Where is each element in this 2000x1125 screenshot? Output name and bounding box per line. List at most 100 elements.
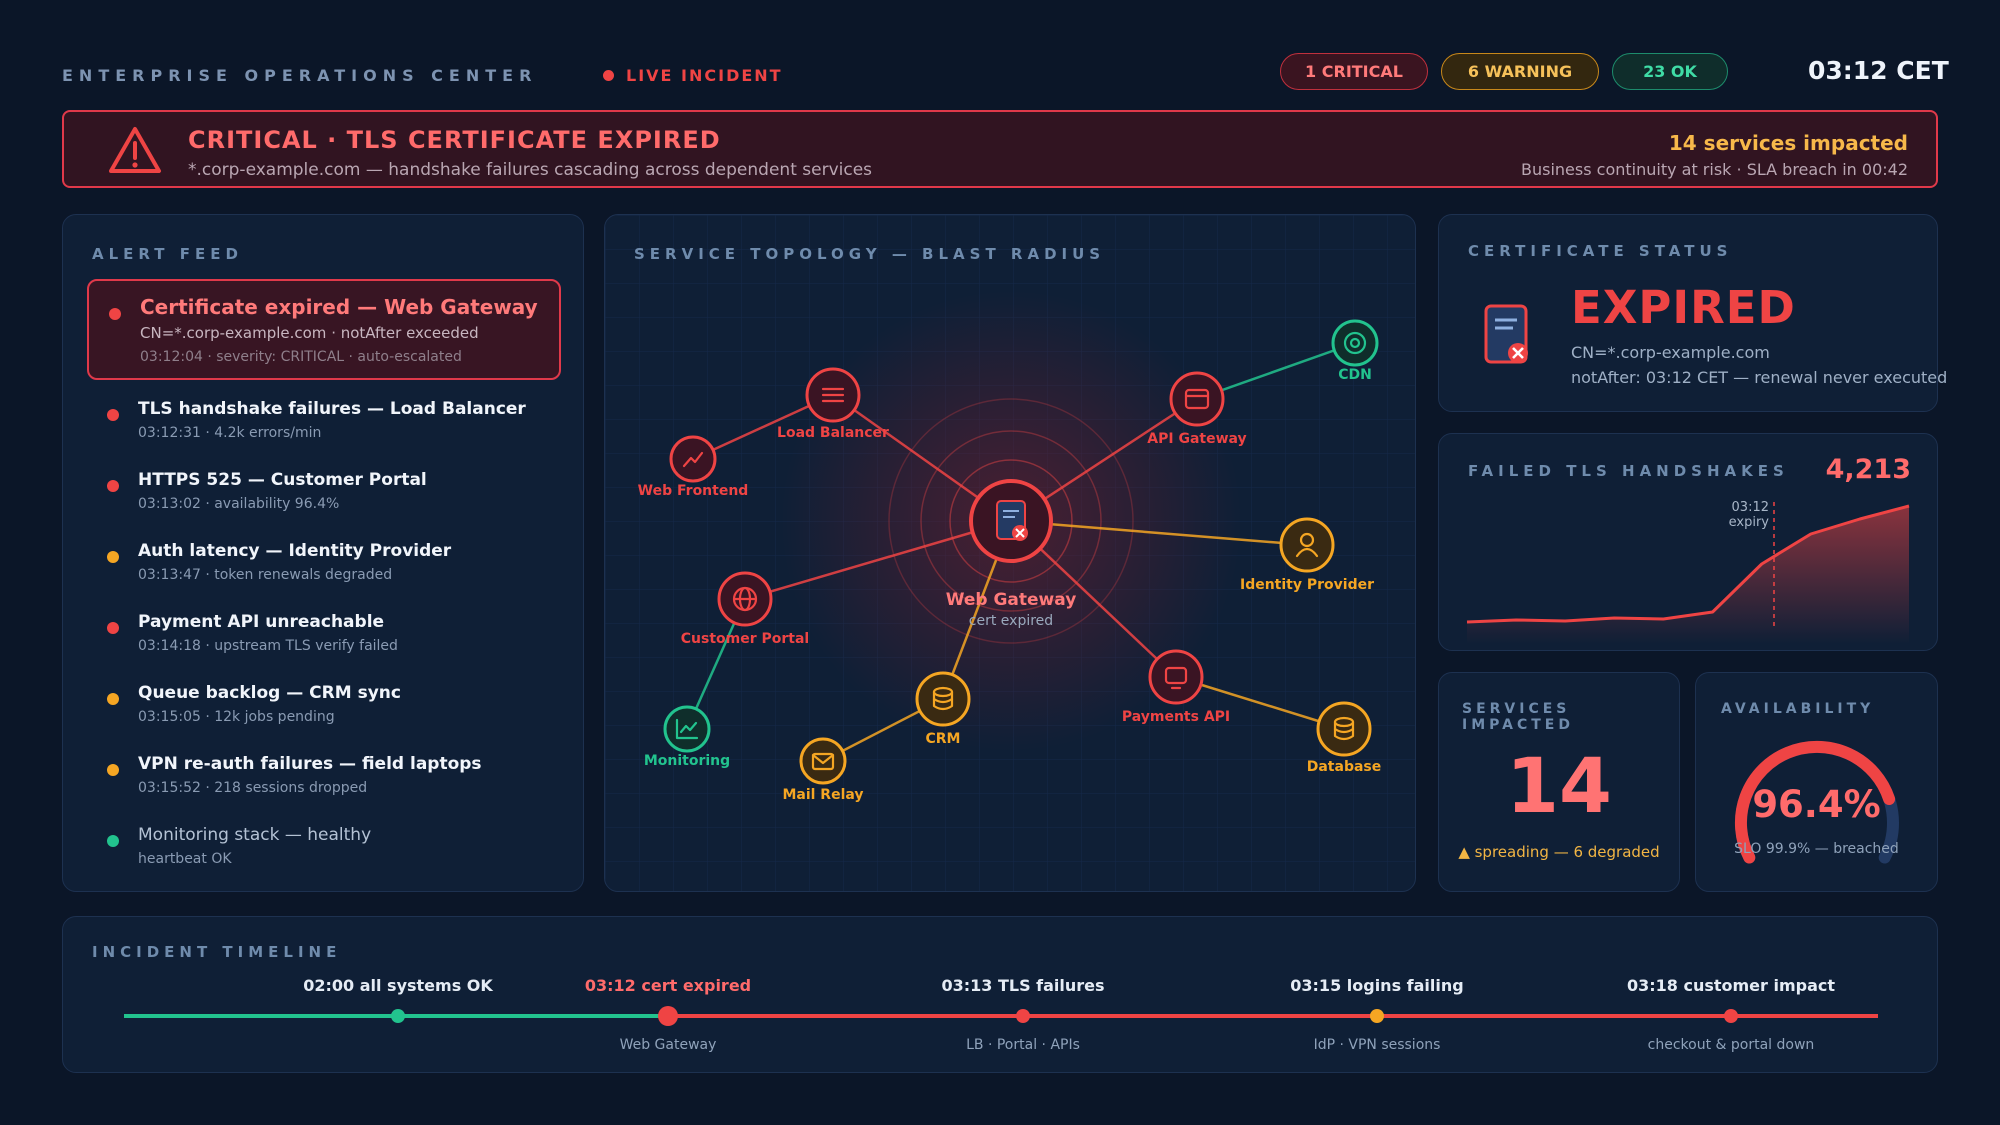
alert-meta: 03:12:04 · severity: CRITICAL · auto-esc… bbox=[140, 349, 462, 365]
services-impacted-value: 14 bbox=[1506, 741, 1612, 830]
node-label-db: Database bbox=[1306, 759, 1382, 775]
node-idp[interactable] bbox=[1279, 517, 1335, 573]
alert-detail: 03:13:02 · availability 96.4% bbox=[138, 496, 340, 512]
services-spreading-note: ▲ spreading — 6 degraded bbox=[1458, 843, 1660, 861]
alert-item-vpn-reauth[interactable]: VPN re-auth failures — field laptops 03:… bbox=[87, 754, 561, 804]
node-cdn[interactable] bbox=[1331, 319, 1379, 367]
node-db[interactable] bbox=[1316, 701, 1372, 757]
live-dot-icon bbox=[603, 70, 614, 81]
timeline-event-label: 03:15 logins failing bbox=[1290, 976, 1464, 995]
failed-tls-sparkline bbox=[1466, 502, 1910, 644]
services-impacted-title: SERVICES IMPACTED bbox=[1462, 701, 1574, 733]
critical-incident-banner[interactable]: CRITICAL · TLS CERTIFICATE EXPIRED *.cor… bbox=[62, 110, 1938, 188]
node-label-pay: Payments API bbox=[1121, 709, 1231, 725]
alert-title: Payment API unreachable bbox=[138, 612, 385, 632]
warning-triangle-icon bbox=[109, 127, 161, 173]
severity-dot-icon bbox=[107, 480, 119, 492]
timeline-event-detail: LB · Portal · APIs bbox=[966, 1037, 1080, 1053]
live-incident-indicator: LIVE INCIDENT bbox=[603, 66, 783, 85]
services-impacted-count: 14 services impacted bbox=[1668, 131, 1908, 155]
alert-feed-title: ALERT FEED bbox=[92, 245, 243, 263]
timeline-event-dot[interactable] bbox=[1016, 1009, 1030, 1023]
banner-title: CRITICAL · TLS CERTIFICATE EXPIRED bbox=[188, 126, 721, 154]
timeline-event-dot[interactable] bbox=[658, 1006, 678, 1026]
alert-title: VPN re-auth failures — field laptops bbox=[138, 754, 482, 774]
certificate-cn: CN=*.corp-example.com bbox=[1571, 343, 1770, 362]
timeline-event-label: 03:12 cert expired bbox=[584, 976, 752, 995]
clock: 03:12 CET bbox=[1808, 56, 1949, 85]
certificate-status-title: CERTIFICATE STATUS bbox=[1468, 242, 1733, 260]
service-topology-panel: SERVICE TOPOLOGY — BLAST RADIUS Web Gate… bbox=[604, 214, 1416, 892]
timeline-event-detail: Web Gateway bbox=[619, 1037, 717, 1053]
alert-item-tls-handshake[interactable]: TLS handshake failures — Load Balancer 0… bbox=[87, 399, 561, 449]
alert-title: HTTPS 525 — Customer Portal bbox=[138, 470, 427, 490]
node-label-lb: Load Balancer bbox=[777, 425, 889, 441]
node-mon[interactable] bbox=[663, 705, 711, 753]
availability-value: 96.4% bbox=[1752, 783, 1881, 826]
severity-dot-icon bbox=[107, 693, 119, 705]
node-wf[interactable] bbox=[669, 435, 717, 483]
alert-detail: 03:14:18 · upstream TLS verify failed bbox=[138, 638, 398, 654]
tls-area bbox=[1467, 506, 1909, 644]
timeline-event-dot[interactable] bbox=[1370, 1009, 1384, 1023]
live-incident-label: LIVE INCIDENT bbox=[626, 66, 783, 85]
alert-title: Monitoring stack — healthy bbox=[138, 825, 372, 845]
node-crm[interactable] bbox=[915, 671, 971, 727]
alert-item-payment-api[interactable]: Payment API unreachable 03:14:18 · upstr… bbox=[87, 612, 561, 662]
availability-slo: SLO 99.9% — breached bbox=[1734, 841, 1899, 857]
critical-count-pill[interactable]: 1 CRITICAL bbox=[1280, 53, 1428, 90]
node-label-cp: Customer Portal bbox=[680, 631, 810, 647]
node-label-mail: Mail Relay bbox=[782, 787, 864, 803]
topology-title: SERVICE TOPOLOGY — BLAST RADIUS bbox=[634, 245, 1106, 263]
alert-title: TLS handshake failures — Load Balancer bbox=[138, 399, 526, 419]
severity-dot-icon bbox=[107, 551, 119, 563]
node-label-idp: Identity Provider bbox=[1239, 577, 1374, 593]
alert-item-monitoring[interactable]: Monitoring stack — healthy heartbeat OK bbox=[87, 825, 561, 875]
node-lb[interactable] bbox=[805, 367, 861, 423]
node-label-crm: CRM bbox=[925, 731, 961, 747]
alert-item-queue-backlog[interactable]: Queue backlog — CRM sync 03:15:05 · 12k … bbox=[87, 683, 561, 733]
timeline-event-label: 02:00 all systems OK bbox=[303, 976, 493, 995]
ok-count-pill[interactable]: 23 OK bbox=[1612, 53, 1728, 90]
sla-countdown: Business continuity at risk · SLA breach… bbox=[1521, 160, 1908, 179]
alert-title: Auth latency — Identity Provider bbox=[138, 541, 452, 561]
timeline-event-dot[interactable] bbox=[1724, 1009, 1738, 1023]
web-gateway-label: Web Gateway bbox=[945, 590, 1077, 610]
alert-detail: 03:15:52 · 218 sessions dropped bbox=[138, 780, 368, 796]
node-api[interactable] bbox=[1169, 371, 1225, 427]
alert-item-certificate-expired[interactable]: Certificate expired — Web Gateway CN=*.c… bbox=[87, 279, 561, 380]
node-label-cdn: CDN bbox=[1338, 367, 1372, 383]
alert-item-https-525[interactable]: HTTPS 525 — Customer Portal 03:13:02 · a… bbox=[87, 470, 561, 520]
severity-dot-icon bbox=[107, 835, 119, 847]
alert-feed-panel: ALERT FEED Certificate expired — Web Gat… bbox=[62, 214, 584, 892]
node-pay[interactable] bbox=[1148, 649, 1204, 705]
certificate-status-panel: CERTIFICATE STATUS EXPIRED CN=*.corp-exa… bbox=[1438, 214, 1947, 412]
certificate-icon bbox=[1484, 304, 1528, 364]
alert-detail: heartbeat OK bbox=[138, 851, 232, 867]
warning-count-pill[interactable]: 6 WARNING bbox=[1441, 53, 1599, 90]
web-gateway-node[interactable] bbox=[969, 479, 1053, 563]
expiry-marker-label: 03:12 expiry bbox=[1728, 500, 1769, 530]
timeline-event-label: 03:13 TLS failures bbox=[941, 976, 1105, 995]
timeline-event-detail: checkout & portal down bbox=[1647, 1037, 1815, 1053]
services-impacted-panel: SERVICES IMPACTED 14 ▲ spreading — 6 deg… bbox=[1438, 672, 1680, 892]
alert-item-auth-latency[interactable]: Auth latency — Identity Provider 03:13:4… bbox=[87, 541, 561, 591]
alert-detail: CN=*.corp-example.com · notAfter exceede… bbox=[140, 324, 479, 342]
severity-dot-icon bbox=[109, 308, 121, 320]
timeline-event-dot[interactable] bbox=[391, 1009, 405, 1023]
web-gateway-status: cert expired bbox=[968, 613, 1054, 629]
alert-detail: 03:15:05 · 12k jobs pending bbox=[138, 709, 335, 725]
certificate-not-after: notAfter: 03:12 CET — renewal never exec… bbox=[1571, 368, 1948, 387]
node-cp[interactable] bbox=[717, 571, 773, 627]
timeline-event-label: 03:18 customer impact bbox=[1626, 976, 1836, 995]
alert-title: Certificate expired — Web Gateway bbox=[140, 295, 538, 319]
node-label-wf: Web Frontend bbox=[637, 483, 749, 499]
alert-detail: 03:13:47 · token renewals degraded bbox=[138, 567, 393, 583]
node-mail[interactable] bbox=[799, 737, 847, 785]
timeline-event-detail: IdP · VPN sessions bbox=[1313, 1037, 1441, 1053]
node-label-mon: Monitoring bbox=[643, 753, 731, 769]
severity-dot-icon bbox=[107, 764, 119, 776]
certificate-status-value: EXPIRED bbox=[1571, 281, 1796, 334]
alert-title: Queue backlog — CRM sync bbox=[138, 683, 401, 703]
incident-timeline-panel: INCIDENT TIMELINE 02:00 all systems OK 03… bbox=[62, 916, 1938, 1073]
